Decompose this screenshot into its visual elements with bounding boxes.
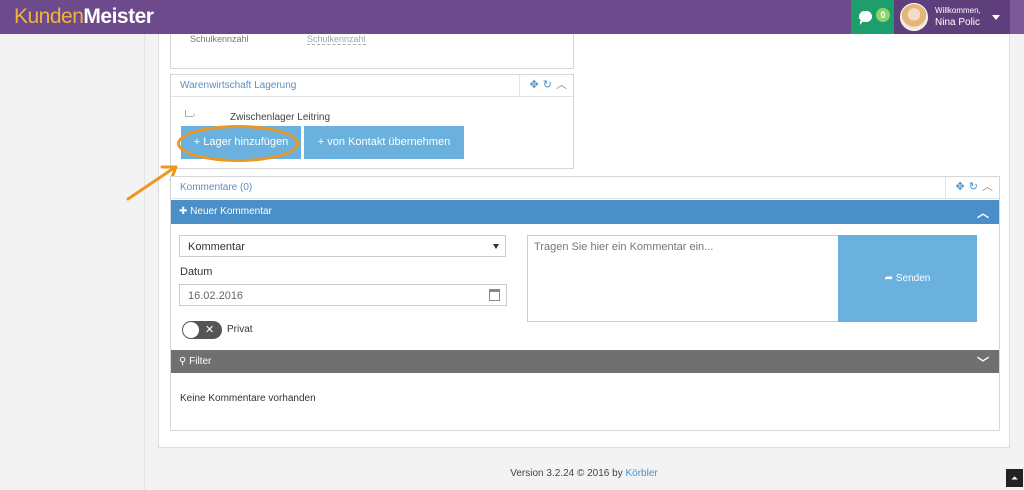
topbar-edge: [1010, 0, 1024, 34]
footer: Version 3.2.24 © 2016 by Körbler: [158, 468, 1010, 479]
double-chevron-up-icon: ⏶: [1010, 473, 1019, 483]
panel-header: Kommentare (0) ✥ ↻ ︿: [171, 177, 999, 199]
date-value: 16.02.2016: [188, 290, 244, 302]
messages-button[interactable]: 0: [851, 0, 894, 34]
toggle-knob: [183, 322, 199, 338]
new-comment-label: ✚ Neuer Kommentar: [179, 206, 272, 217]
tree-item-label[interactable]: Zwischenlager Leitring: [230, 112, 330, 123]
previous-panel: Schulkennzahl Schulkennzahl: [170, 34, 574, 69]
comment-textarea[interactable]: [527, 235, 839, 322]
privat-label: Privat: [227, 324, 253, 335]
user-menu[interactable]: Willkommen, Nina Polic: [894, 0, 1010, 34]
add-lager-button[interactable]: + Lager hinzufügen: [181, 126, 301, 159]
panel-tools: ✥ ↻ ︿: [945, 177, 999, 198]
chat-icon: [859, 11, 872, 25]
version-text: Version 3.2.24 © 2016 by: [510, 468, 626, 479]
datum-label: Datum: [180, 266, 213, 278]
selected-value: Kommentar: [188, 241, 245, 253]
chevron-up-icon[interactable]: ︿: [982, 180, 993, 194]
panel-header: Warenwirtschaft Lagerung ✥ ↻ ︿: [171, 75, 573, 97]
tree-connector: [185, 110, 193, 117]
scroll-top-button[interactable]: ⏶: [1006, 469, 1023, 487]
share-icon: ➦: [884, 273, 896, 284]
caret-down-icon: [992, 15, 1000, 20]
chevron-up-icon: ︿: [976, 206, 989, 220]
field-value[interactable]: Schulkennzahl: [307, 34, 366, 45]
filter-bar[interactable]: ⚲ Filter ﹀: [171, 350, 999, 373]
date-field[interactable]: 16.02.2016: [179, 284, 507, 306]
caret-down-icon: [493, 244, 499, 249]
kommentare-panel: Kommentare (0) ✥ ↻ ︿ ✚ Neuer Kommentar ︿…: [170, 176, 1000, 431]
new-comment-bar[interactable]: ✚ Neuer Kommentar ︿: [171, 200, 999, 224]
author-link[interactable]: Körbler: [625, 468, 657, 479]
move-icon[interactable]: ✥: [955, 180, 964, 194]
username: Nina Polic: [935, 17, 981, 28]
message-count-badge: 0: [876, 8, 890, 22]
chevron-down-icon: ﹀: [976, 356, 989, 370]
privat-toggle[interactable]: ✕: [182, 321, 222, 339]
panel-tools: ✥ ↻ ︿: [519, 75, 573, 96]
tree-arrow-icon: ›: [193, 112, 196, 119]
calendar-icon[interactable]: [489, 289, 500, 301]
filter-label: ⚲ Filter: [179, 356, 212, 367]
field-label: Schulkennzahl: [190, 34, 249, 44]
panel-title: Kommentare (0): [180, 182, 253, 193]
chevron-up-icon[interactable]: ︿: [556, 78, 567, 92]
avatar: [900, 3, 928, 31]
panel-title: Warenwirtschaft Lagerung: [180, 80, 297, 91]
search-icon: ⚲: [179, 356, 190, 367]
top-navigation-bar: KundenMeister 0 Willkommen, Nina Polic: [0, 0, 1024, 34]
from-contact-button[interactable]: + von Kontakt übernehmen: [304, 126, 464, 159]
plus-icon: ✚: [179, 206, 191, 217]
close-icon: ✕: [205, 324, 215, 336]
sidebar: [0, 34, 145, 490]
app-logo[interactable]: KundenMeister: [14, 5, 154, 29]
refresh-icon[interactable]: ↻: [543, 78, 552, 92]
comment-type-select[interactable]: Kommentar: [179, 235, 506, 257]
empty-state-text: Keine Kommentare vorhanden: [180, 393, 316, 404]
lagerung-panel: Warenwirtschaft Lagerung ✥ ↻ ︿ › Zwische…: [170, 74, 574, 169]
send-button[interactable]: ➦ Senden: [838, 235, 977, 322]
move-icon[interactable]: ✥: [529, 78, 538, 92]
welcome-text: Willkommen,: [935, 6, 981, 15]
refresh-icon[interactable]: ↻: [969, 180, 978, 194]
